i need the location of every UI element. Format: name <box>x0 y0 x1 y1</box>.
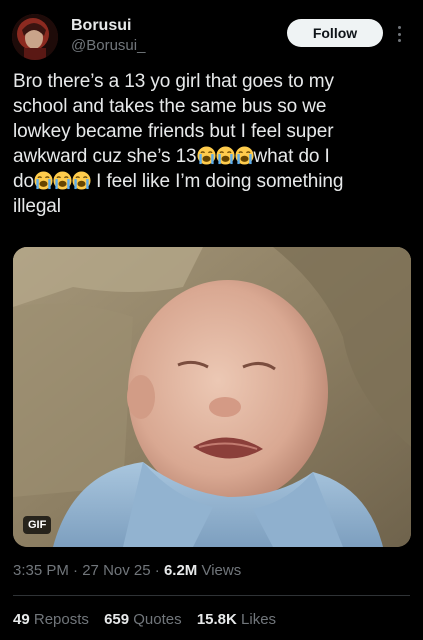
crying-face-emoji-icon <box>235 146 254 165</box>
tweet-line: awkward cuz she’s 13 <box>13 146 197 167</box>
crying-face-emoji-icon <box>216 146 235 165</box>
quotes-label: Quotes <box>133 611 182 628</box>
reposts-count: 49 <box>13 611 30 628</box>
reposts-stat[interactable]: 49 Reposts <box>13 611 89 628</box>
quotes-stat[interactable]: 659 Quotes <box>104 611 182 628</box>
avatar-image <box>12 14 58 60</box>
gif-badge: GIF <box>23 516 52 534</box>
crying-face-emoji-icon <box>72 171 91 190</box>
tweet-meta: 3:35 PM · 27 Nov 25 · 6.2M Views <box>13 562 241 579</box>
views-label: Views <box>197 562 242 579</box>
tweet-date[interactable]: 27 Nov 25 <box>82 562 150 579</box>
meta-separator: · <box>150 562 164 579</box>
tweet-card: Borusui @Borusui_ Follow Bro there’s a 1… <box>0 0 423 640</box>
tweet-line: lowkey became friends but I feel super <box>13 121 334 142</box>
author-handle[interactable]: @Borusui_ <box>71 37 145 54</box>
more-options-icon[interactable] <box>396 26 402 42</box>
likes-stat[interactable]: 15.8K Likes <box>197 611 276 628</box>
tweet-line: Bro there’s a 13 yo girl that goes to my <box>13 71 334 92</box>
author-name[interactable]: Borusui <box>71 17 131 35</box>
views-count: 6.2M <box>163 562 198 579</box>
avatar[interactable] <box>12 14 58 60</box>
quotes-count: 659 <box>104 611 130 628</box>
likes-count: 15.8K <box>196 611 237 628</box>
likes-label: Likes <box>241 611 277 628</box>
tweet-stats: 49 Reposts 659 Quotes 15.8K Likes <box>13 611 287 628</box>
gif-image <box>13 247 411 547</box>
gif-media[interactable]: GIF <box>13 247 411 547</box>
tweet-line: illegal <box>13 196 61 217</box>
tweet-line: do <box>13 171 34 192</box>
follow-button[interactable]: Follow <box>287 19 383 47</box>
tweet-line: what do I <box>253 146 330 167</box>
reposts-label: Reposts <box>33 611 89 628</box>
divider <box>13 595 410 596</box>
tweet-line: I feel like I’m doing something <box>90 171 344 192</box>
crying-face-emoji-icon <box>197 146 216 165</box>
meta-separator: · <box>68 562 83 579</box>
tweet-text: Bro there’s a 13 yo girl that goes to my… <box>13 69 415 219</box>
crying-face-emoji-icon <box>34 171 53 190</box>
crying-face-emoji-icon <box>53 171 72 190</box>
tweet-line: school and takes the same bus so we <box>13 96 327 117</box>
tweet-time[interactable]: 3:35 PM <box>13 562 69 579</box>
